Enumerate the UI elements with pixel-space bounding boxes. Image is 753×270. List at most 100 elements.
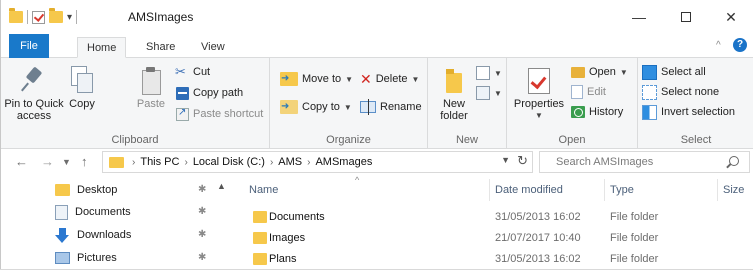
forward-arrow-icon[interactable]: → (41, 154, 54, 169)
breadcrumb-local-disk[interactable]: Local Disk (C:) (190, 156, 268, 168)
properties-quick-icon[interactable] (32, 10, 45, 24)
column-divider[interactable] (717, 179, 718, 201)
select-none-button[interactable]: Select none (642, 83, 719, 101)
pin-label: Pin to Quick access (4, 98, 64, 122)
breadcrumb-this-pc[interactable]: This PC (137, 156, 182, 168)
minimize-button[interactable]: — (616, 6, 662, 28)
file-type: File folder (610, 211, 659, 223)
breadcrumb-amsimages[interactable]: AMSmages (312, 156, 375, 168)
tab-view[interactable]: View (192, 37, 234, 58)
search-box[interactable]: Search AMSImages (539, 151, 750, 173)
chevron-down-icon: ▼ (343, 102, 352, 112)
chevron-down-icon: ▼ (535, 111, 543, 120)
qat-dropdown-icon[interactable]: ▾ (67, 12, 72, 23)
select-none-label: Select none (661, 86, 720, 98)
file-list: ^ Name Date modified Type Size Documents… (233, 175, 753, 269)
delete-button[interactable]: ✕ Delete ▼ (360, 70, 419, 88)
select-all-icon (642, 64, 657, 80)
chevron-right-icon[interactable]: › (305, 157, 312, 168)
column-divider[interactable] (604, 179, 605, 201)
paste-label: Paste (136, 98, 166, 110)
maximize-button[interactable] (663, 6, 709, 28)
file-date: 31/05/2013 16:02 (495, 211, 581, 223)
nav-item-pictures[interactable]: Pictures ✱ (55, 247, 225, 269)
chevron-right-icon[interactable]: › (182, 157, 189, 168)
pin-to-quick-access-button[interactable]: Pin to Quick access (3, 62, 65, 122)
chevron-down-icon: ▼ (345, 74, 354, 84)
column-header-name[interactable]: Name (249, 179, 278, 201)
search-icon[interactable] (729, 156, 739, 166)
nav-item-label: Documents (75, 206, 131, 218)
recent-locations-icon[interactable]: ▼ (62, 157, 71, 167)
open-button[interactable]: Open ▼ (571, 63, 628, 81)
new-folder-quick-icon[interactable] (49, 8, 63, 23)
divider (76, 10, 78, 24)
select-group: Select all Select none Invert selection … (638, 58, 753, 149)
open-label: Open (589, 66, 616, 78)
history-button[interactable]: History (571, 103, 623, 121)
tab-file[interactable]: File (9, 34, 49, 58)
cut-label: Cut (193, 66, 211, 78)
select-all-label: Select all (661, 66, 706, 78)
search-input[interactable]: Search AMSImages (556, 156, 653, 168)
address-dropdown-icon[interactable]: ▼ (501, 155, 510, 165)
new-folder-button[interactable]: New folder (438, 62, 470, 122)
copy-label: Copy (69, 98, 95, 110)
select-all-button[interactable]: Select all (642, 63, 706, 81)
easy-access-button[interactable]: ▼ (476, 84, 502, 102)
column-header-type[interactable]: Type (610, 179, 634, 201)
up-arrow-icon[interactable]: ↑ (81, 154, 88, 169)
chevron-right-icon[interactable]: › (130, 157, 137, 168)
copy-button[interactable]: Copy (67, 62, 97, 110)
move-to-button[interactable]: Move to ▼ (280, 70, 353, 88)
invert-selection-button[interactable]: Invert selection (642, 103, 735, 121)
cut-button[interactable]: Cut (175, 63, 211, 81)
pin-icon[interactable]: ✱ (198, 252, 206, 263)
copy-path-button[interactable]: Copy path (176, 84, 243, 102)
quick-access-toolbar: ▾ (9, 8, 78, 26)
edit-button[interactable]: Edit (571, 83, 606, 101)
address-row: ← → ▼ ↑ › This PC › Local Disk (C:) › AM… (1, 149, 753, 175)
table-row[interactable]: Images 21/07/2017 10:40 File folder (233, 228, 753, 249)
close-button[interactable]: ✕ (708, 6, 753, 28)
rename-button[interactable]: Rename (360, 98, 422, 116)
ribbon: Pin to Quick access Copy Paste Cut Copy … (1, 58, 753, 149)
move-to-label: Move to (302, 73, 342, 85)
paste-shortcut-button[interactable]: Paste shortcut (176, 105, 263, 123)
nav-item-downloads[interactable]: Downloads ✱ (55, 224, 225, 246)
new-folder-icon (443, 66, 465, 94)
copy-to-label: Copy to (302, 101, 340, 113)
table-row[interactable]: Plans 31/05/2013 16:02 File folder (233, 249, 753, 270)
title-bar: ▾ AMSImages — ✕ (1, 0, 753, 34)
clipboard-group: Pin to Quick access Copy Paste Cut Copy … (1, 58, 270, 149)
help-icon[interactable]: ? (733, 38, 747, 52)
back-arrow-icon[interactable]: ← (15, 154, 28, 169)
breadcrumb-ams[interactable]: AMS (275, 156, 305, 168)
easy-access-icon (476, 86, 490, 100)
nav-item-desktop[interactable]: Desktop ✱ (55, 179, 225, 201)
pin-icon[interactable]: ✱ (198, 229, 206, 240)
collapse-ribbon-icon[interactable]: ^ (716, 40, 721, 51)
column-divider[interactable] (489, 179, 490, 201)
select-none-icon (642, 84, 657, 100)
tab-share[interactable]: Share (137, 37, 184, 58)
nav-item-documents[interactable]: Documents ✱ (55, 201, 225, 223)
properties-button[interactable]: Properties ▼ (511, 62, 567, 122)
pin-icon[interactable]: ✱ (198, 206, 206, 217)
pin-icon[interactable]: ✱ (198, 184, 206, 195)
tab-home[interactable]: Home (77, 37, 127, 58)
column-header-size[interactable]: Size (723, 179, 744, 201)
scroll-up-arrow-icon[interactable]: ▲ (217, 181, 226, 191)
paste-button[interactable]: Paste (134, 62, 168, 110)
address-bar[interactable]: › This PC › Local Disk (C:) › AMS › AMSm… (102, 151, 533, 173)
table-row[interactable]: Documents 31/05/2013 16:02 File folder (233, 207, 753, 228)
chevron-right-icon[interactable]: › (268, 157, 275, 168)
folder-icon (109, 156, 124, 168)
refresh-icon[interactable]: ↻ (517, 153, 528, 169)
column-header-date-modified[interactable]: Date modified (495, 179, 563, 201)
folder-icon (253, 253, 267, 265)
new-group-label: New (455, 134, 478, 146)
file-name: Plans (269, 253, 297, 265)
new-item-button[interactable]: ▼ (476, 64, 502, 82)
copy-to-button[interactable]: Copy to ▼ (280, 98, 352, 116)
